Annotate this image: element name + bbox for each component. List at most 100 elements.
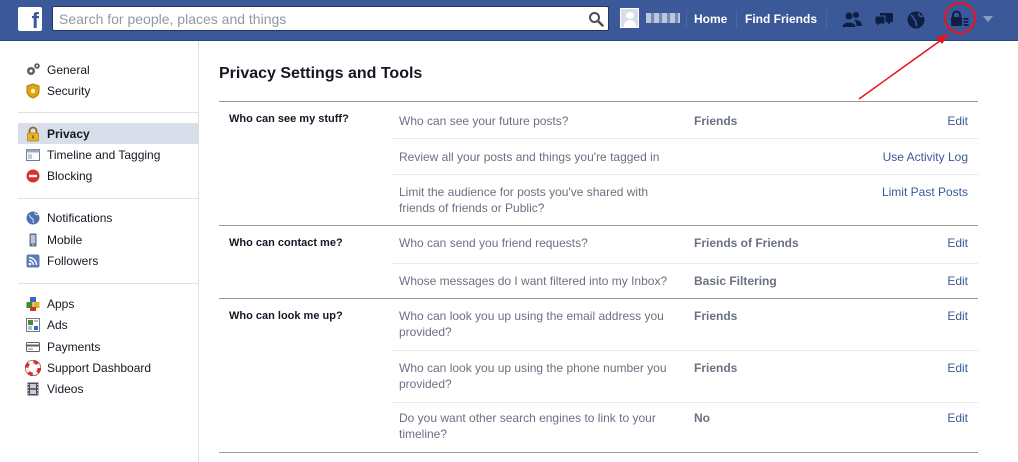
- setting-row: Who can look you up using the phone numb…: [391, 351, 978, 402]
- edit-email-lookup-link[interactable]: Edit: [947, 308, 968, 324]
- sidebar-divider: [18, 198, 198, 199]
- setting-question: Limit the audience for posts you've shar…: [399, 185, 649, 215]
- setting-question: Who can send you friend requests?: [399, 236, 588, 250]
- setting-value: Friends of Friends: [694, 236, 799, 250]
- sidebar-divider: [18, 112, 198, 113]
- section-title: Who can see my stuff?: [229, 113, 349, 125]
- setting-value: Friends: [694, 361, 738, 375]
- home-link[interactable]: Home: [694, 12, 727, 26]
- section-look-me-up: Who can look me up? Who can look you up …: [219, 298, 978, 452]
- sidebar-item-payments[interactable]: Payments: [18, 336, 198, 357]
- sidebar-item-label: Timeline and Tagging: [47, 147, 161, 162]
- setting-question: Who can look you up using the email addr…: [399, 309, 664, 339]
- sidebar-item-timeline-and-tagging[interactable]: Timeline and Tagging: [18, 144, 198, 165]
- sidebar-item-label: Privacy: [47, 126, 90, 141]
- setting-question: Who can see your future posts?: [399, 114, 569, 128]
- use-activity-log-link[interactable]: Use Activity Log: [883, 149, 968, 165]
- setting-question: Whose messages do I want filtered into m…: [399, 274, 668, 288]
- search-box: [52, 6, 609, 31]
- settings-sidebar: General Security Privacy Timeline and Ta…: [0, 41, 199, 462]
- sidebar-item-mobile[interactable]: Mobile: [18, 229, 198, 250]
- section-title: Who can look me up?: [229, 310, 343, 322]
- sidebar-item-label: Support Dashboard: [47, 360, 152, 375]
- sidebar-item-videos[interactable]: Videos: [18, 378, 198, 399]
- sidebar-item-label: Blocking: [47, 168, 93, 183]
- table-bottom-rule: [219, 452, 978, 453]
- edit-friend-requests-link[interactable]: Edit: [947, 235, 968, 251]
- logo-letter: f: [31, 8, 39, 33]
- setting-row: Who can look you up using the email addr…: [391, 299, 978, 350]
- ads-icon: [25, 317, 41, 333]
- edit-future-posts-link[interactable]: Edit: [947, 113, 968, 129]
- gear-icon: [25, 62, 41, 78]
- credit-card-icon: [25, 339, 41, 355]
- setting-row: Whose messages do I want filtered into m…: [391, 264, 978, 299]
- sidebar-item-privacy[interactable]: Privacy: [18, 123, 198, 144]
- setting-row: Who can send you friend requests? Friend…: [391, 226, 978, 263]
- block-icon: [25, 168, 41, 184]
- sidebar-item-label: Videos: [47, 381, 84, 396]
- profile-name-redacted[interactable]: [646, 13, 680, 23]
- sidebar-item-label: Notifications: [47, 210, 113, 225]
- account-menu-arrow-icon[interactable]: [983, 16, 993, 22]
- sidebar-item-label: General: [47, 62, 90, 77]
- sidebar-divider: [18, 283, 198, 284]
- lock-icon: [25, 126, 41, 142]
- privacy-settings-table: Who can see my stuff? Who can see your f…: [219, 101, 978, 452]
- mobile-icon: [25, 232, 41, 248]
- profile-avatar[interactable]: [620, 8, 639, 28]
- sidebar-item-label: Mobile: [47, 232, 83, 247]
- sidebar-item-label: Apps: [47, 296, 75, 311]
- sidebar-item-support-dashboard[interactable]: Support Dashboard: [18, 357, 198, 378]
- setting-value: Basic Filtering: [694, 274, 777, 288]
- lifebuoy-icon: [25, 359, 41, 376]
- setting-row: Do you want other search engines to link…: [391, 403, 978, 453]
- search-input[interactable]: [53, 7, 581, 30]
- find-friends-link[interactable]: Find Friends: [745, 12, 817, 26]
- section-contact-me: Who can contact me? Who can send you fri…: [219, 225, 978, 298]
- limit-past-posts-link[interactable]: Limit Past Posts: [882, 184, 968, 200]
- sidebar-item-general[interactable]: General: [18, 59, 198, 80]
- sidebar-item-notifications[interactable]: Notifications: [18, 207, 198, 228]
- edit-phone-lookup-link[interactable]: Edit: [947, 360, 968, 376]
- sidebar-item-security[interactable]: Security: [18, 80, 198, 101]
- sidebar-item-label: Ads: [47, 317, 68, 332]
- nav-divider: [826, 10, 827, 28]
- rss-icon: [25, 253, 41, 269]
- search-icon[interactable]: [588, 11, 604, 27]
- edit-message-filtering-link[interactable]: Edit: [947, 273, 968, 289]
- sidebar-item-blocking[interactable]: Blocking: [18, 165, 198, 186]
- sidebar-item-label: Payments: [47, 339, 101, 354]
- apps-cube-icon: [25, 296, 41, 312]
- setting-row: Limit the audience for posts you've shar…: [391, 175, 978, 226]
- sidebar-item-apps[interactable]: Apps: [18, 293, 198, 314]
- setting-question: Review all your posts and things you're …: [399, 150, 660, 164]
- sidebar-item-label: Security: [47, 83, 91, 98]
- annotation-arrow-line: [858, 37, 945, 100]
- setting-question: Do you want other search engines to link…: [399, 411, 656, 441]
- setting-value: No: [694, 411, 710, 425]
- film-icon: [25, 381, 41, 397]
- friend-requests-icon[interactable]: [841, 10, 863, 30]
- page-title: Privacy Settings and Tools: [219, 65, 423, 82]
- sidebar-item-ads[interactable]: Ads: [18, 314, 198, 335]
- privacy-shortcuts-lock-icon[interactable]: [948, 9, 970, 29]
- setting-row: Review all your posts and things you're …: [391, 139, 978, 174]
- globe-icon: [25, 210, 41, 226]
- messages-icon[interactable]: [873, 10, 895, 30]
- top-navigation-bar: f Home Find Friends: [0, 0, 1018, 41]
- setting-row: Who can see your future posts? Friends E…: [391, 102, 978, 138]
- sidebar-item-followers[interactable]: Followers: [18, 250, 198, 271]
- setting-value: Friends: [694, 114, 738, 128]
- section-title: Who can contact me?: [229, 237, 343, 249]
- facebook-logo-icon[interactable]: f: [18, 7, 42, 33]
- section-see-my-stuff: Who can see my stuff? Who can see your f…: [219, 101, 978, 225]
- edit-search-engines-link[interactable]: Edit: [947, 410, 968, 426]
- timeline-icon: [25, 147, 41, 163]
- security-badge-icon: [25, 82, 41, 99]
- notifications-globe-icon[interactable]: [905, 10, 927, 30]
- nav-divider: [686, 10, 687, 28]
- setting-value: Friends: [694, 309, 738, 323]
- setting-question: Who can look you up using the phone numb…: [399, 361, 667, 391]
- nav-divider: [736, 10, 737, 28]
